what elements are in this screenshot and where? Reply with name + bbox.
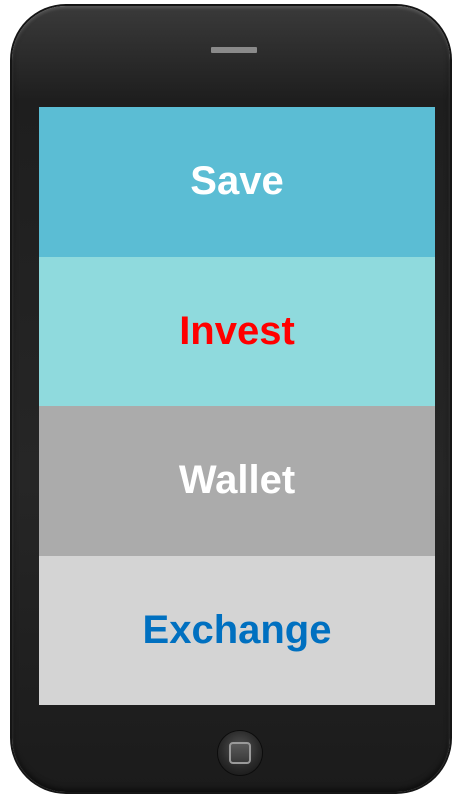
home-button-icon[interactable] bbox=[218, 731, 262, 775]
menu-item-exchange[interactable]: Exchange bbox=[39, 555, 435, 705]
menu-item-wallet[interactable]: Wallet bbox=[39, 406, 435, 556]
phone-frame: Save Invest Wallet Exchange bbox=[12, 6, 450, 792]
menu-item-label: Save bbox=[190, 159, 284, 204]
menu-item-invest[interactable]: Invest bbox=[39, 256, 435, 406]
menu-item-save[interactable]: Save bbox=[39, 107, 435, 257]
menu-item-label: Invest bbox=[179, 308, 295, 353]
speaker-icon bbox=[211, 47, 257, 53]
menu-item-label: Exchange bbox=[142, 607, 332, 652]
menu-item-label: Wallet bbox=[178, 458, 296, 503]
phone-screen: Save Invest Wallet Exchange bbox=[39, 107, 435, 705]
home-square-icon bbox=[229, 742, 251, 764]
